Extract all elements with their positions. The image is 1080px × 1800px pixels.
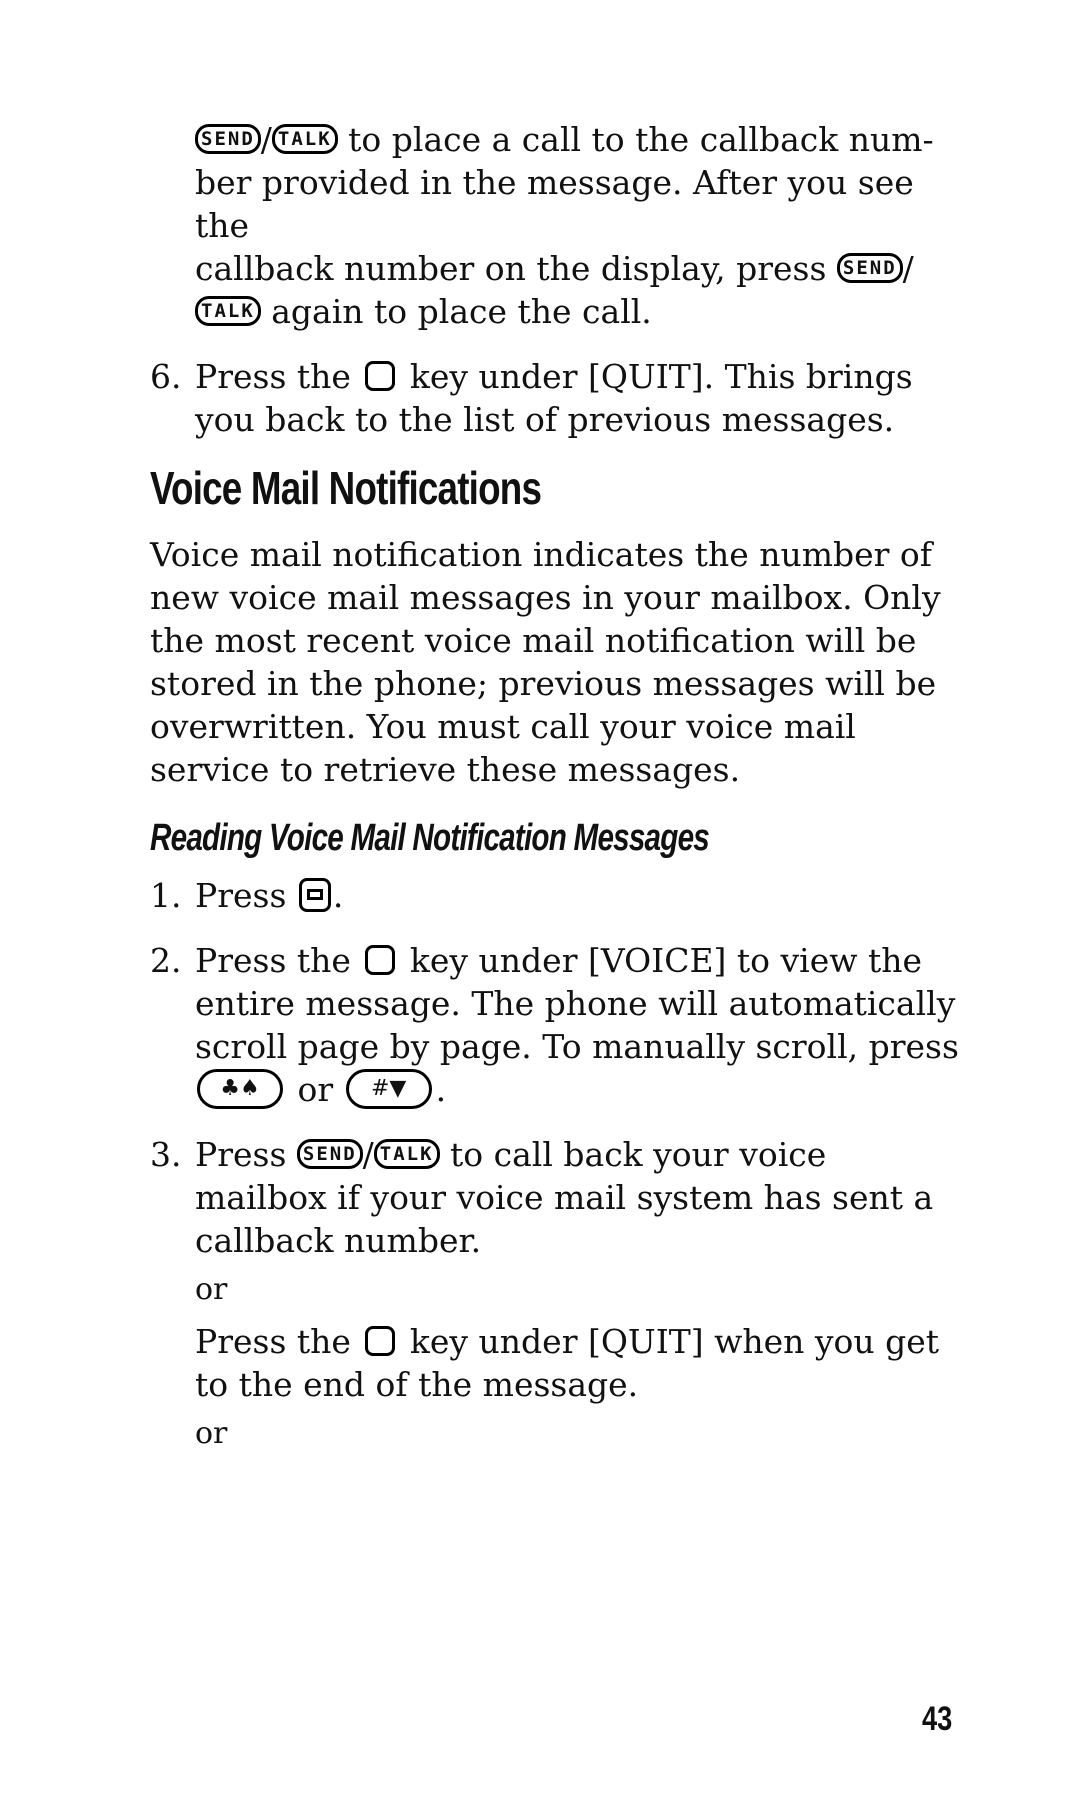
slash: /	[902, 249, 914, 288]
alternative-step: Press the key under [QUIT] when you get …	[150, 1320, 960, 1406]
slash: /	[362, 1135, 374, 1174]
step-2: 2. Press the key under [VOICE] to view t…	[150, 939, 960, 1111]
step-text: .	[332, 876, 344, 915]
slash: /	[260, 120, 272, 159]
send-key-icon: SEND	[836, 253, 903, 283]
soft-key-icon	[365, 945, 396, 975]
section-title: Voice Mail Notifications	[150, 462, 542, 514]
or-text: or	[195, 1416, 228, 1451]
step-6: 6. Press the key under [QUIT]. This brin…	[150, 355, 960, 441]
send-key-icon: SEND	[195, 124, 261, 154]
page-number: 43	[922, 1700, 953, 1738]
step-3: 3. Press SEND / TALK to call back your voi…	[150, 1133, 960, 1262]
continued-text-1: to place a call to the callback num-	[337, 120, 934, 159]
step-text: Press the	[195, 1322, 362, 1361]
step-text: Press	[195, 876, 297, 915]
manual-page: SEND / TALK to place a call to the callbac…	[150, 118, 960, 1464]
step-text: Press the	[195, 941, 362, 980]
message-key-icon	[298, 878, 331, 912]
scroll-up-key-icon: ♣♠	[197, 1069, 283, 1109]
step-number: 6.	[150, 357, 182, 396]
talk-key-icon: TALK	[271, 124, 338, 154]
subsection-title: Reading Voice Mail Notification Messages	[150, 817, 710, 859]
scroll-down-key-icon: #▼	[345, 1069, 432, 1109]
talk-key-icon: TALK	[373, 1139, 440, 1169]
step-text: Press	[195, 1135, 297, 1174]
step-text: or	[287, 1070, 344, 1109]
step-number: 1.	[150, 876, 182, 915]
soft-key-icon	[365, 1326, 396, 1356]
soft-key-icon	[365, 361, 396, 391]
talk-key-icon: TALK	[195, 296, 261, 326]
step-1: 1. Press .	[150, 874, 960, 917]
send-key-icon: SEND	[296, 1139, 363, 1169]
step-text: .	[435, 1070, 447, 1109]
step-number: 2.	[150, 941, 182, 980]
continued-paragraph: SEND / TALK to place a call to the callbac…	[150, 118, 960, 333]
continued-text-4: again to place the call.	[260, 292, 652, 331]
continued-text-2: ber provided in the message. After you s…	[195, 163, 914, 245]
section-intro: Voice mail notification indicates the nu…	[150, 535, 941, 789]
or-text: or	[195, 1272, 228, 1307]
continued-text-3: callback number on the display, press	[195, 249, 837, 288]
step-text: Press the	[195, 357, 362, 396]
step-number: 3.	[150, 1135, 182, 1174]
